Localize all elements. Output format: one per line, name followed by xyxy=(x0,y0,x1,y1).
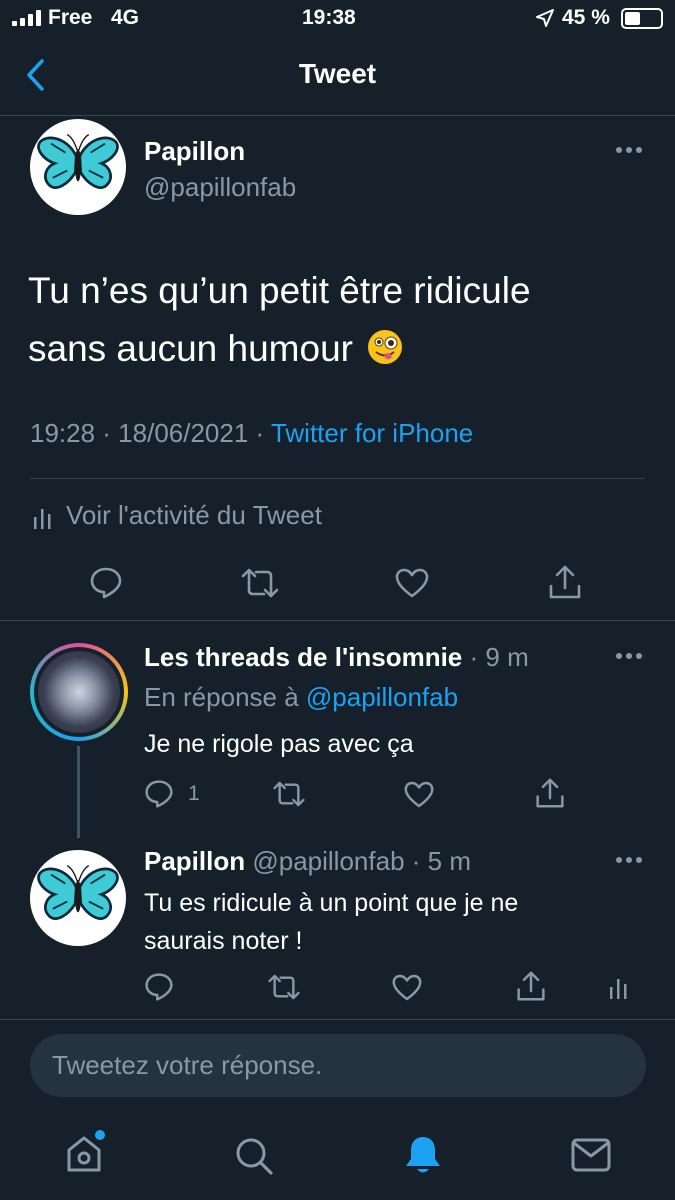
battery-percent: 45 % xyxy=(562,6,610,29)
retweet-icon[interactable] xyxy=(272,781,306,807)
reply-compose-placeholder: Tweetez votre réponse. xyxy=(52,1050,323,1080)
more-options-icon[interactable] xyxy=(615,652,643,660)
reply-to-label: En réponse à xyxy=(144,682,299,712)
like-heart-icon[interactable] xyxy=(392,974,422,1001)
reply-icon[interactable] xyxy=(144,779,174,809)
retweet-icon[interactable] xyxy=(240,568,280,598)
reply-text-line: saurais noter ! xyxy=(144,927,303,955)
reply-text: Je ne rigole pas avec ça xyxy=(144,730,414,758)
tweet-meta: 19:28 · 18/06/2021 · Twitter for iPhone xyxy=(30,418,473,449)
signal-icon xyxy=(12,10,42,26)
like-heart-icon[interactable] xyxy=(404,781,434,808)
reply-icon[interactable] xyxy=(89,566,123,600)
share-icon[interactable] xyxy=(548,564,582,600)
page-title: Tweet xyxy=(298,58,377,89)
location-arrow-icon xyxy=(536,9,554,27)
reply-header: Papillon @papillonfab · 5 m xyxy=(144,846,471,877)
tweet-text: Tu n’es qu’un petit être ridicule sans a… xyxy=(28,262,531,378)
tweet-text-segment: sans aucun humour xyxy=(28,328,353,369)
analytics-icon[interactable] xyxy=(610,975,628,999)
tweet-text-line: Tu n’es qu’un petit être ridicule xyxy=(28,270,531,311)
reply-compose-field[interactable]: Tweetez votre réponse. xyxy=(30,1034,646,1097)
avatar-image xyxy=(34,647,124,737)
like-heart-icon[interactable] xyxy=(395,568,429,598)
meta-divider xyxy=(30,478,645,479)
avatar[interactable] xyxy=(30,643,128,741)
network-type: 4G xyxy=(111,6,140,29)
thread-connector-line xyxy=(77,746,80,838)
battery-fill xyxy=(625,12,640,25)
messages-envelope-icon[interactable] xyxy=(571,1138,611,1172)
display-name[interactable]: Papillon xyxy=(144,846,245,876)
share-icon[interactable] xyxy=(516,970,546,1002)
user-handle[interactable]: @papillonfab xyxy=(144,172,296,203)
winking-tongue-emoji-icon xyxy=(368,330,403,364)
reply-icon[interactable] xyxy=(144,972,174,1002)
retweet-icon[interactable] xyxy=(267,974,301,1000)
search-icon[interactable] xyxy=(234,1136,274,1176)
battery-icon xyxy=(621,8,663,29)
butterfly-avatar-icon xyxy=(37,864,119,920)
compose-divider xyxy=(0,1019,675,1020)
cloud-avatar-image xyxy=(38,651,120,733)
analytics-icon[interactable] xyxy=(34,505,52,529)
avatar[interactable] xyxy=(30,850,126,946)
reply-header: Les threads de l'insomnie · 9 m xyxy=(144,642,529,673)
header-divider xyxy=(0,115,675,116)
reply-to-handle[interactable]: @papillonfab xyxy=(306,682,458,712)
clock: 19:38 xyxy=(302,6,356,29)
reply-age: · 5 m xyxy=(411,846,471,876)
more-options-icon[interactable] xyxy=(615,146,643,154)
display-name[interactable]: Papillon xyxy=(144,136,245,167)
reply-count: 1 xyxy=(188,782,200,805)
butterfly-avatar-icon xyxy=(37,133,119,189)
main-tweet-divider xyxy=(0,620,675,621)
user-handle[interactable]: @papillonfab xyxy=(252,846,404,876)
carrier-name: Free xyxy=(48,6,93,29)
reply-to-line: En réponse à @papillonfab xyxy=(144,682,458,713)
reply-age: · 9 m xyxy=(469,642,529,672)
tweet-text-line: sans aucun humour xyxy=(28,320,531,378)
more-options-icon[interactable] xyxy=(615,856,643,864)
status-bar: Free 4G 19:38 45 % xyxy=(0,0,675,40)
reply-text-line: Tu es ridicule à un point que je ne xyxy=(144,889,519,917)
home-icon[interactable] xyxy=(64,1130,108,1174)
display-name[interactable]: Les threads de l'insomnie xyxy=(144,642,462,672)
notifications-bell-icon[interactable] xyxy=(403,1134,443,1176)
tweet-source-link[interactable]: Twitter for iPhone xyxy=(271,418,473,448)
tweet-activity-link[interactable]: Voir l'activité du Tweet xyxy=(66,500,322,531)
reply-text: Tu es ridicule à un point que je ne saur… xyxy=(144,884,518,960)
tweet-timestamp: 19:28 · 18/06/2021 · xyxy=(30,418,265,448)
share-icon[interactable] xyxy=(535,777,565,809)
avatar[interactable] xyxy=(30,119,126,215)
